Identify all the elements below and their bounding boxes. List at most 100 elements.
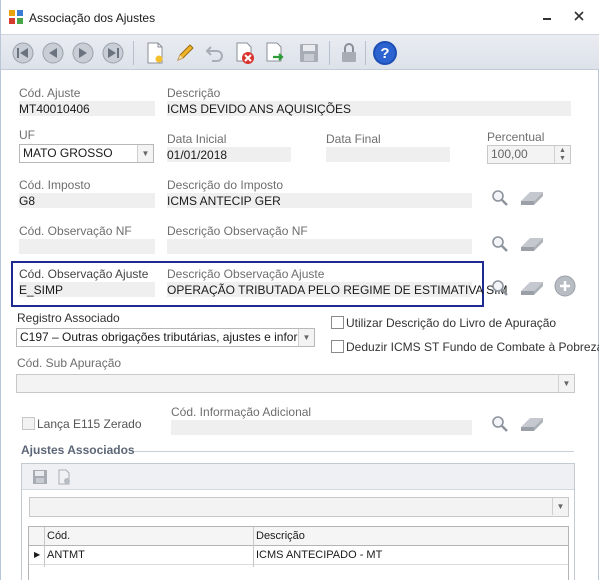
close-icon <box>574 11 584 21</box>
column-header-descricao[interactable]: Descrição <box>256 527 305 545</box>
toolbar: ? <box>1 34 599 70</box>
descricao-value: ICMS DEVIDO ANS AQUISIÇÕES <box>167 102 352 116</box>
minimize-icon <box>543 18 551 20</box>
percentual-label: Percentual <box>487 130 545 144</box>
uf-value: MATO GROSSO <box>23 146 113 160</box>
chevron-down-icon: ▼ <box>298 329 314 346</box>
eraser-icon <box>521 282 543 295</box>
clear-imposto-button[interactable] <box>518 187 546 209</box>
cod-info-adicional-field[interactable] <box>171 420 472 435</box>
previous-record-button[interactable] <box>39 39 67 67</box>
help-button[interactable]: ? <box>371 39 399 67</box>
clear-info-adicional-button[interactable] <box>518 413 546 435</box>
registro-associado-select[interactable]: C197 – Outras obrigações tributárias, aj… <box>16 328 315 347</box>
grid-divider <box>253 527 254 567</box>
last-record-button[interactable] <box>99 39 127 67</box>
search-obs-ajuste-button[interactable] <box>488 277 512 299</box>
help-icon: ? <box>373 41 397 65</box>
eraser-icon <box>521 418 543 431</box>
group-divider <box>134 451 574 452</box>
clear-obs-ajuste-button[interactable] <box>518 277 546 299</box>
row-cod-cell: ANTMT <box>47 549 85 561</box>
save-button[interactable] <box>295 39 323 67</box>
panel-save-button[interactable] <box>30 467 50 487</box>
cod-imposto-field[interactable] <box>19 193 155 208</box>
registro-associado-label: Registro Associado <box>17 311 120 325</box>
descricao-label: Descrição <box>167 86 221 100</box>
last-record-icon <box>102 42 124 64</box>
delete-icon <box>236 42 254 64</box>
ajustes-grid: Cód. Descrição ▶ ANTMT ICMS ANTECIPADO -… <box>28 526 569 580</box>
percentual-spinner[interactable]: 100,00 ▲ ▼ <box>487 145 571 164</box>
registro-associado-value: C197 – Outras obrigações tributárias, aj… <box>20 330 315 344</box>
spinner-arrows-icon[interactable]: ▲ ▼ <box>554 146 570 163</box>
save-refresh-button[interactable] <box>261 39 289 67</box>
plus-icon <box>554 275 576 297</box>
close-button[interactable] <box>569 8 589 26</box>
uf-select[interactable]: MATO GROSSO ▼ <box>19 144 154 163</box>
search-icon <box>492 190 508 206</box>
cod-sub-apuracao-select[interactable]: ▼ <box>16 374 575 393</box>
ajustes-associados-title: Ajustes Associados <box>21 443 135 457</box>
desc-obs-nf-field[interactable] <box>167 239 472 254</box>
utilizar-descricao-label: Utilizar Descrição do Livro de Apuração <box>346 316 557 330</box>
cod-imposto-value: G8 <box>19 194 36 208</box>
toolbar-separator <box>329 41 330 65</box>
first-record-icon <box>12 42 34 64</box>
data-final-field[interactable] <box>326 147 450 162</box>
panel-toolbar <box>22 464 574 490</box>
edit-button[interactable] <box>171 39 199 67</box>
cod-imposto-label: Cód. Imposto <box>19 178 91 192</box>
deduzir-icms-checkbox[interactable] <box>331 340 344 353</box>
save-refresh-icon <box>266 42 284 62</box>
lanca-e115-label: Lança E115 Zerado <box>37 417 142 431</box>
add-obs-ajuste-button[interactable] <box>553 275 577 297</box>
data-inicial-value: 01/01/2018 <box>167 148 228 162</box>
cod-sub-apuracao-label: Cód. Sub Apuração <box>17 356 122 370</box>
cod-obs-ajuste-label: Cód. Observação Ajuste <box>19 267 149 281</box>
new-document-icon <box>147 42 163 64</box>
pencil-icon <box>177 44 194 61</box>
floppy-disk-icon <box>300 44 318 62</box>
lock-button[interactable] <box>335 39 363 67</box>
ajuste-select[interactable]: ▼ <box>29 497 569 517</box>
lanca-e115-checkbox[interactable] <box>22 417 35 430</box>
search-info-adicional-button[interactable] <box>488 413 512 435</box>
lock-icon <box>342 43 356 62</box>
minimize-button[interactable] <box>537 8 557 26</box>
cod-obs-nf-field[interactable] <box>19 239 155 254</box>
desc-imposto-label: Descrição do Imposto <box>167 178 284 192</box>
panel-delete-button[interactable] <box>54 467 74 487</box>
desc-imposto-value: ICMS ANTECIP GER <box>167 194 281 208</box>
delete-button[interactable] <box>231 39 259 67</box>
cod-ajuste-label: Cód. Ajuste <box>19 86 81 100</box>
grid-header: Cód. Descrição <box>29 527 568 546</box>
search-obs-nf-button[interactable] <box>488 233 512 255</box>
search-imposto-button[interactable] <box>488 187 512 209</box>
table-row[interactable]: ▶ ANTMT ICMS ANTECIPADO - MT <box>29 546 568 565</box>
next-record-button[interactable] <box>69 39 97 67</box>
row-selector-icon: ▶ <box>34 550 41 559</box>
desc-obs-nf-label: Descrição Observação NF <box>167 224 308 238</box>
cod-info-adicional-label: Cód. Informação Adicional <box>171 405 312 419</box>
delete-document-icon <box>58 469 70 485</box>
search-icon <box>492 280 508 296</box>
first-record-button[interactable] <box>9 39 37 67</box>
previous-record-icon <box>42 42 64 64</box>
utilizar-descricao-checkbox[interactable] <box>331 316 344 329</box>
row-descricao-cell: ICMS ANTECIPADO - MT <box>256 549 383 561</box>
search-icon <box>492 416 508 432</box>
desc-obs-ajuste-label: Descrição Observação Ajuste <box>167 267 325 281</box>
column-header-cod[interactable]: Cód. <box>47 527 70 545</box>
deduzir-icms-label: Deduzir ICMS ST Fundo de Combate à Pobre… <box>346 340 599 354</box>
new-button[interactable] <box>141 39 169 67</box>
svg-text:?: ? <box>380 45 389 62</box>
cod-obs-nf-label: Cód. Observação NF <box>19 224 132 238</box>
chevron-down-icon: ▼ <box>137 145 153 162</box>
uf-label: UF <box>19 128 35 142</box>
app-icon <box>9 10 23 24</box>
chevron-down-icon: ▼ <box>552 498 568 515</box>
clear-obs-nf-button[interactable] <box>518 233 546 255</box>
desc-obs-ajuste-value: OPERAÇÃO TRIBUTADA PELO REGIME DE ESTIMA… <box>167 283 508 297</box>
undo-button[interactable] <box>201 39 229 67</box>
